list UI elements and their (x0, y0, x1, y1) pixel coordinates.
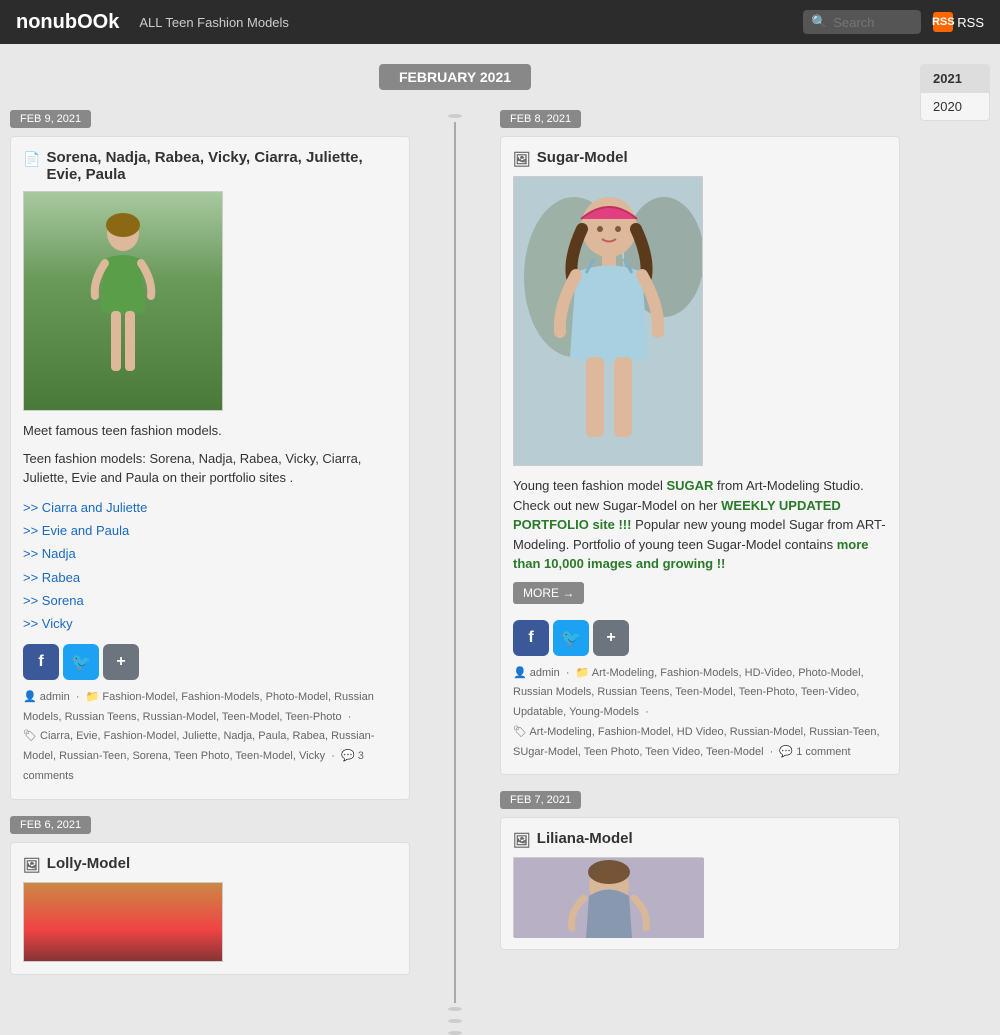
facebook-button-2[interactable]: f (513, 620, 549, 656)
post-icon-2: 🖼 (513, 151, 531, 168)
meta-category-icon-1: 📁 (86, 691, 100, 703)
meta-author-icon-2: 👤 (513, 667, 527, 679)
timeline: FEB 9, 2021 📄 Sorena, Nadja, Rabea, Vick… (10, 110, 900, 991)
twitter-button-2[interactable]: 🐦 (553, 620, 589, 656)
meta-comment-icon-2: 💬 (779, 746, 793, 758)
rss-button[interactable]: RSS RSS (933, 12, 984, 32)
site-header: nonubOOk ALL Teen Fashion Models 🔍 RSS R… (0, 0, 1000, 44)
sidebar-year-2020[interactable]: 2020 (921, 93, 989, 120)
date-badge-post1: FEB 9, 2021 (10, 110, 410, 136)
link-vicky[interactable]: >> Vicky (23, 612, 397, 635)
timeline-right: FEB 8, 2021 🖼 Sugar-Model (470, 110, 900, 991)
post-meta-2: 👤 admin · 📁 Art-Modeling, Fashion-Models… (513, 664, 887, 763)
meta-comments-2[interactable]: 1 comment (796, 746, 850, 758)
date-post4: FEB 6, 2021 (10, 816, 91, 834)
timeline-dot-3 (448, 1019, 462, 1023)
post-image-3[interactable] (513, 857, 703, 937)
post-meta-1: 👤 admin · 📁 Fashion-Model, Fashion-Model… (23, 688, 397, 787)
post-card-4: 🖼 Lolly-Model (10, 842, 410, 975)
girl-silhouette-3 (514, 858, 704, 938)
date-post2: FEB 8, 2021 (500, 110, 581, 128)
rss-label: RSS (957, 15, 984, 30)
meta-cats-2: Art-Modeling, Fashion-Models, HD-Video, … (513, 667, 864, 719)
site-title[interactable]: nonubOOk (16, 11, 119, 34)
post-body-1: Teen fashion models: Sorena, Nadja, Rabe… (23, 449, 397, 488)
timeline-dot-1 (448, 114, 462, 118)
sidebar-year-box: 2021 2020 (920, 64, 990, 121)
sugar-link[interactable]: SUGAR (666, 478, 713, 493)
link-ciarra-juliette[interactable]: >> Ciarra and Juliette (23, 496, 397, 519)
post-text-before-2: Young teen fashion model (513, 478, 666, 493)
share-button-2[interactable]: + (593, 620, 629, 656)
facebook-button-1[interactable]: f (23, 644, 59, 680)
more-btn-wrapper-2: MORE → (513, 582, 887, 612)
post-icon-3: 🖼 (513, 832, 531, 849)
post-image-2[interactable] (513, 176, 703, 466)
post-intro-1: Meet famous teen fashion models. (23, 421, 397, 441)
site-subtitle: ALL Teen Fashion Models (139, 15, 289, 30)
meta-comment-icon-1: 💬 (341, 750, 355, 762)
content-area: FEBRUARY 2021 FEB 9, 2021 📄 Sorena, Nadj… (0, 44, 910, 1011)
meta-author-2[interactable]: admin (530, 667, 560, 679)
search-box: 🔍 (803, 10, 921, 34)
post-title-2: 🖼 Sugar-Model (513, 149, 887, 168)
header-right: 🔍 RSS RSS (803, 10, 984, 34)
more-button-2[interactable]: MORE → (513, 582, 584, 604)
post-icon-1: 📄 (23, 151, 40, 168)
timeline-line (454, 122, 456, 1003)
month-header: FEBRUARY 2021 (10, 64, 900, 90)
search-icon: 🔍 (811, 14, 827, 30)
post-image-1[interactable] (23, 191, 223, 411)
share-button-1[interactable]: + (103, 644, 139, 680)
timeline-left: FEB 9, 2021 📄 Sorena, Nadja, Rabea, Vick… (10, 110, 440, 991)
link-evie-paula[interactable]: >> Evie and Paula (23, 519, 397, 542)
timeline-dot-2 (448, 1007, 462, 1011)
date-badge-post4: FEB 6, 2021 (10, 816, 410, 842)
link-rabea[interactable]: >> Rabea (23, 566, 397, 589)
meta-tags-1: Ciarra, Evie, Fashion-Model, Juliette, N… (23, 730, 374, 762)
post-card-2: 🖼 Sugar-Model (500, 136, 900, 775)
meta-category-icon-2: 📁 (576, 667, 590, 679)
post-text-2: Young teen fashion model SUGAR from Art-… (513, 476, 887, 574)
search-input[interactable] (833, 15, 913, 30)
post-card-3: 🖼 Liliana-Model (500, 817, 900, 950)
meta-author-icon-1: 👤 (23, 691, 37, 703)
meta-tag-icon-1: 🏷 (23, 730, 37, 742)
sidebar: 2021 2020 (910, 44, 1000, 1011)
post-title-3: 🖼 Liliana-Model (513, 830, 887, 849)
girl-silhouette-1 (83, 211, 163, 391)
social-buttons-1: f 🐦 + (23, 644, 397, 680)
social-buttons-2: f 🐦 + (513, 620, 887, 656)
date-badge-post2: FEB 8, 2021 (500, 110, 900, 136)
rss-icon: RSS (933, 12, 953, 32)
main-container: FEBRUARY 2021 FEB 9, 2021 📄 Sorena, Nadj… (0, 44, 1000, 1011)
girl-silhouette-2 (514, 177, 703, 466)
meta-author-1[interactable]: admin (40, 691, 70, 703)
timeline-dot-4 (448, 1031, 462, 1035)
post-icon-4: 🖼 (23, 857, 41, 874)
post-title-1: 📄 Sorena, Nadja, Rabea, Vicky, Ciarra, J… (23, 149, 397, 183)
sidebar-year-2021[interactable]: 2021 (921, 65, 989, 93)
post-links-1: >> Ciarra and Juliette >> Evie and Paula… (23, 496, 397, 636)
twitter-button-1[interactable]: 🐦 (63, 644, 99, 680)
meta-cats-1: Fashion-Model, Fashion-Models, Photo-Mod… (23, 691, 374, 723)
date-post1: FEB 9, 2021 (10, 110, 91, 128)
meta-tag-icon-2: 🏷 (513, 726, 527, 738)
date-badge-post3: FEB 7, 2021 (500, 791, 900, 817)
post-card-1: 📄 Sorena, Nadja, Rabea, Vicky, Ciarra, J… (10, 136, 410, 800)
date-post3: FEB 7, 2021 (500, 791, 581, 809)
month-header-label: FEBRUARY 2021 (379, 64, 531, 90)
post-title-4: 🖼 Lolly-Model (23, 855, 397, 874)
timeline-center (440, 110, 470, 991)
link-nadja[interactable]: >> Nadja (23, 542, 397, 565)
post-image-4[interactable] (23, 882, 223, 962)
link-sorena[interactable]: >> Sorena (23, 589, 397, 612)
